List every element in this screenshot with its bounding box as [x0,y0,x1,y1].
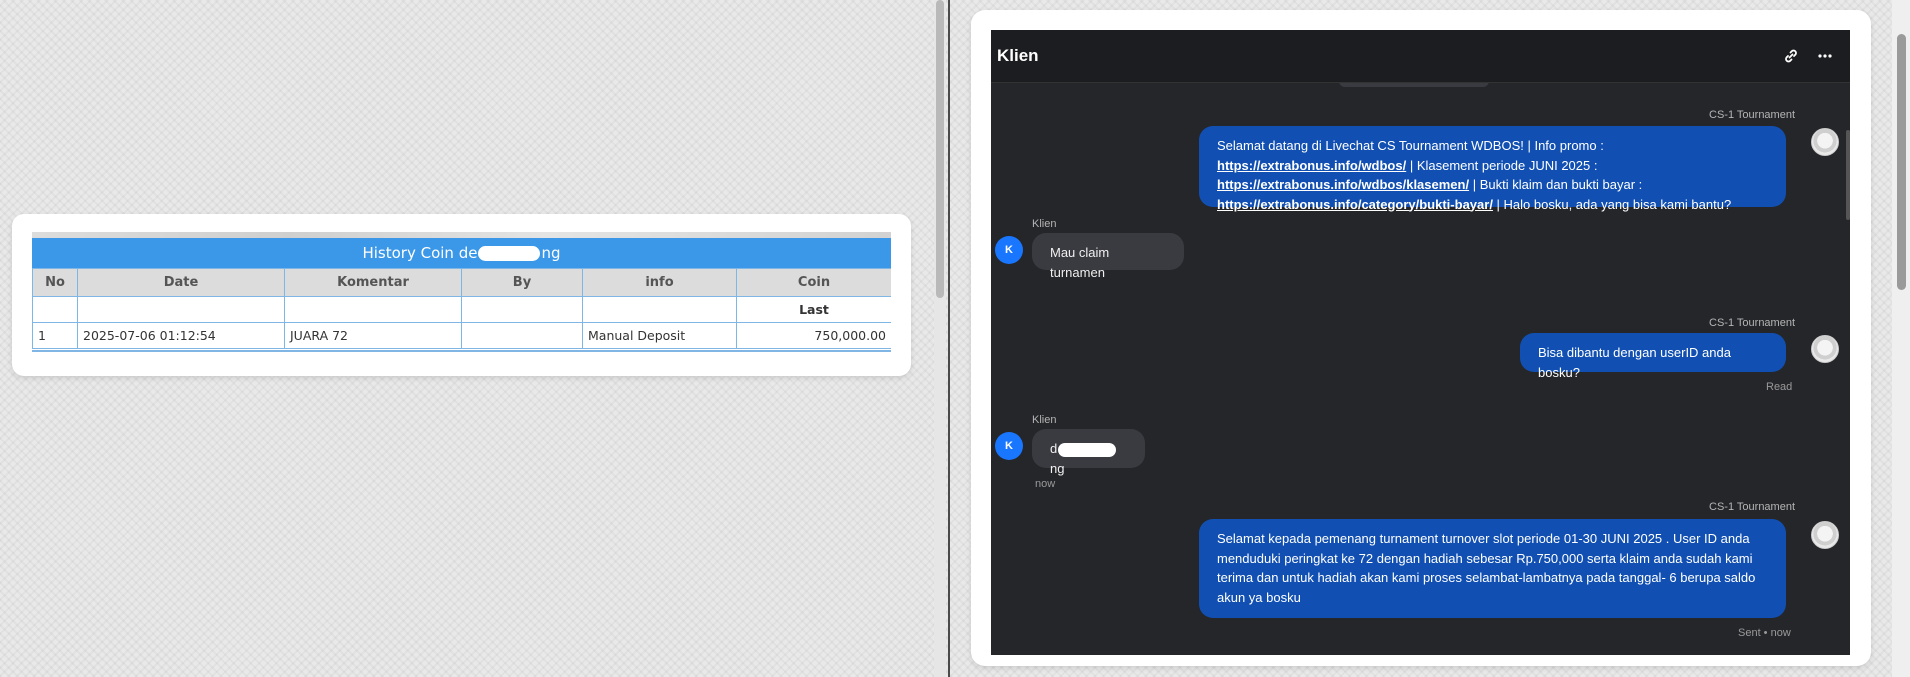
chat-window: Klien CS-1 Tournament Selamat datang di … [991,30,1850,655]
cell-info: Manual Deposit [582,322,737,349]
column-header-by: By [461,268,583,297]
redacted-username [478,245,541,261]
right-pane-scrollbar-thumb[interactable] [1897,34,1906,290]
cell-by [461,322,583,349]
sender-label: CS-1 Tournament [1709,109,1796,121]
cell-no: 1 [32,322,78,349]
client-avatar: K [995,432,1023,460]
cell-date: 2025-07-06 01:12:54 [77,322,285,349]
history-table: No Date Komentar By info Coin Last 1 202… [32,268,891,349]
agent-avatar [1811,335,1839,363]
table-bottom-border [32,350,891,352]
chat-header: Klien [991,30,1850,83]
history-coin-card: History Coin de ng No Date Komentar By in… [12,214,911,376]
sender-label: Klien [1032,218,1057,230]
chat-scrollbar-thumb[interactable] [1846,130,1850,220]
promo-link[interactable]: https://extrabonus.info/wdbos/ [1217,158,1406,173]
read-status: Read [1766,381,1793,393]
cell-komentar: JUARA 72 [284,322,462,349]
cell-coin: 750,000.00 [736,322,891,349]
table-header-row: No Date Komentar By info Coin [32,268,891,297]
column-header-coin: Coin [736,268,891,297]
agent-avatar [1811,521,1839,549]
agent-message-bubble: Bisa dibantu dengan userID anda bosku? [1520,333,1786,380]
column-header-date: Date [77,268,285,297]
table-subheader-row: Last [32,296,891,323]
history-table-wrapper: History Coin de ng No Date Komentar By in… [32,232,891,352]
chat-card: Klien CS-1 Tournament Selamat datang di … [971,10,1871,666]
more-icon[interactable] [1808,47,1842,65]
right-pane-scrollbar[interactable] [1892,0,1910,677]
title-suffix: ng [541,244,561,262]
left-pane-scrollbar[interactable] [934,0,946,677]
table-row: 1 2025-07-06 01:12:54 JUARA 72 Manual De… [32,322,891,349]
sender-label: CS-1 Tournament [1709,501,1796,513]
pane-divider[interactable] [948,0,950,677]
client-message-bubble: dng [1032,429,1145,476]
history-table-title: History Coin de ng [32,238,891,268]
chat-title: Klien [997,46,1039,65]
message-time: now [1035,478,1056,490]
agent-message-bubble: Selamat datang di Livechat CS Tournament… [1199,126,1786,212]
sent-status: Sent • now [1738,627,1791,639]
title-prefix: History Coin de [362,244,478,262]
column-header-komentar: Komentar [284,268,462,297]
column-header-info: info [582,268,737,297]
last-label: Last [736,296,891,323]
client-message-bubble: Mau claim turnamen [1032,233,1184,280]
klasemen-link[interactable]: https://extrabonus.info/wdbos/klasemen/ [1217,177,1469,192]
sender-label: Klien [1032,414,1057,426]
sender-label: CS-1 Tournament [1709,317,1796,329]
column-header-no: No [32,268,78,297]
client-avatar: K [995,236,1023,264]
left-pane-scrollbar-thumb[interactable] [936,0,944,298]
agent-message-bubble: Selamat kepada pemenang turnament turnov… [1199,519,1786,618]
bukti-bayar-link[interactable]: https://extrabonus.info/category/bukti-b… [1217,197,1493,212]
redacted-username [1058,442,1117,457]
link-icon[interactable] [1774,47,1808,65]
agent-avatar [1811,128,1839,156]
